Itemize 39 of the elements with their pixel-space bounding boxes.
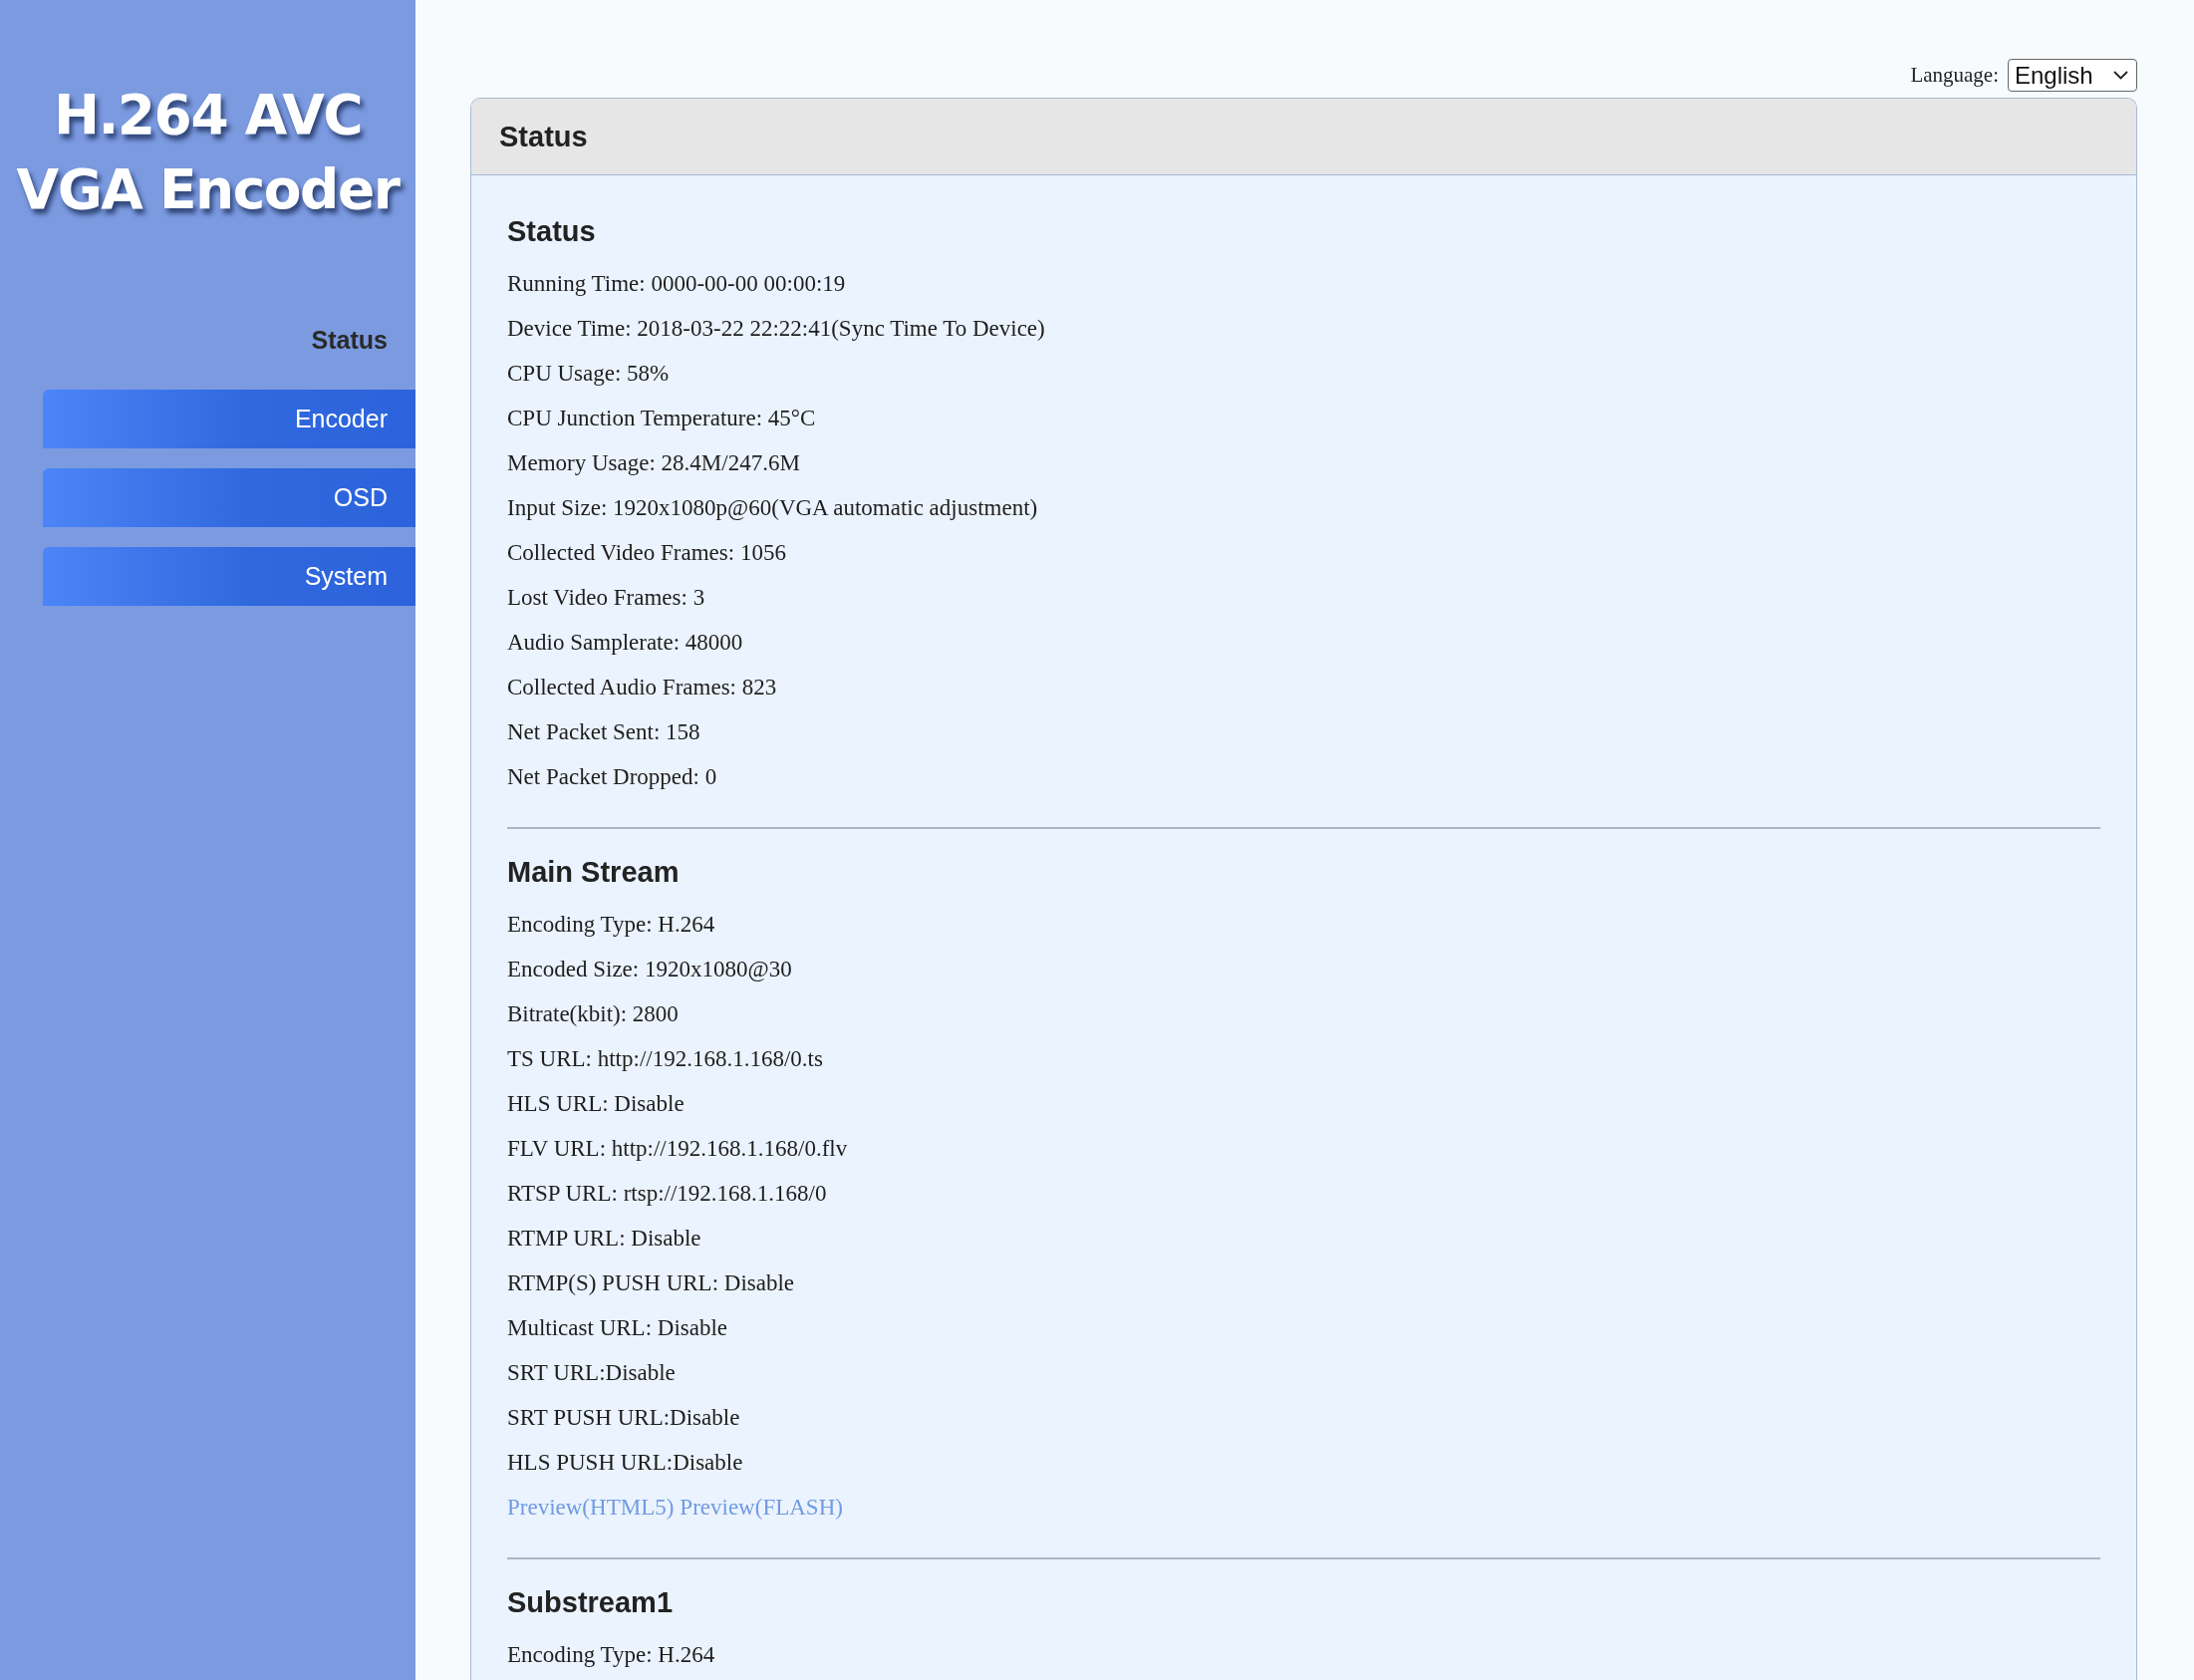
info-line: Encoded Size: 1920x1080@30	[507, 956, 793, 983]
info-line: Net Packet Dropped: 0	[507, 763, 718, 791]
info-line: Memory Usage: 28.4M/247.6M	[507, 449, 801, 477]
info-line: HLS URL: Disable	[507, 1090, 686, 1118]
info-line: Multicast URL: Disable	[507, 1314, 729, 1342]
info-line: RTSP URL: rtsp://192.168.1.168/0	[507, 1180, 828, 1208]
panel-title: Status	[499, 120, 588, 153]
info-line: FLV URL: http://192.168.1.168/0.flv	[507, 1135, 849, 1163]
info-line: Encoding Type: H.264	[507, 911, 716, 939]
info-line: Encoding Type: H.264	[507, 1641, 716, 1669]
info-line: Lost Video Frames: 3	[507, 584, 706, 612]
nav-button[interactable]: Encoder	[43, 390, 415, 448]
info-line: RTMP(S) PUSH URL: Disable	[507, 1269, 796, 1297]
info-line: CPU Usage: 58%	[507, 360, 671, 388]
logo-text: H.264 AVC	[53, 82, 363, 148]
section-heading: Status	[507, 214, 597, 249]
info-line: RTMP URL: Disable	[507, 1225, 702, 1253]
info-line: CPU Junction Temperature: 45°C	[507, 405, 817, 432]
section-heading: Main Stream	[507, 855, 681, 890]
info-line: HLS PUSH URL:Disable	[507, 1449, 744, 1477]
info-line: SRT PUSH URL:Disable	[507, 1404, 741, 1432]
info-line: SRT URL:Disable	[507, 1359, 677, 1387]
info-line: Device Time: 2018-03-22 22:22:41(Sync Time To Device)	[507, 315, 1046, 343]
caret-icon	[2113, 71, 2128, 80]
info-line: Input Size: 1920x1080p@60(VGA automatic adjustment)	[507, 494, 1039, 522]
info-line: Collected Audio Frames: 823	[507, 674, 778, 701]
info-line: TS URL: http://192.168.1.168/0.ts	[507, 1045, 824, 1073]
language-select[interactable]: English	[2008, 59, 2137, 92]
nav-button[interactable]: OSD	[43, 468, 415, 527]
logo-text: VGA Encoder	[16, 156, 400, 223]
info-line: Bitrate(kbit): 2800	[507, 1000, 680, 1028]
section-heading: Substream1	[507, 1585, 674, 1620]
nav-button[interactable]: Status	[43, 311, 415, 370]
info-line: Running Time: 0000-00-00 00:00:19	[507, 270, 847, 298]
nav-button[interactable]: System	[43, 547, 415, 606]
info-line: Collected Video Frames: 1056	[507, 539, 787, 567]
info-line: Net Packet Sent: 158	[507, 718, 701, 746]
info-line: Audio Samplerate: 48000	[507, 629, 744, 657]
language-label: Language:	[1910, 63, 1999, 88]
